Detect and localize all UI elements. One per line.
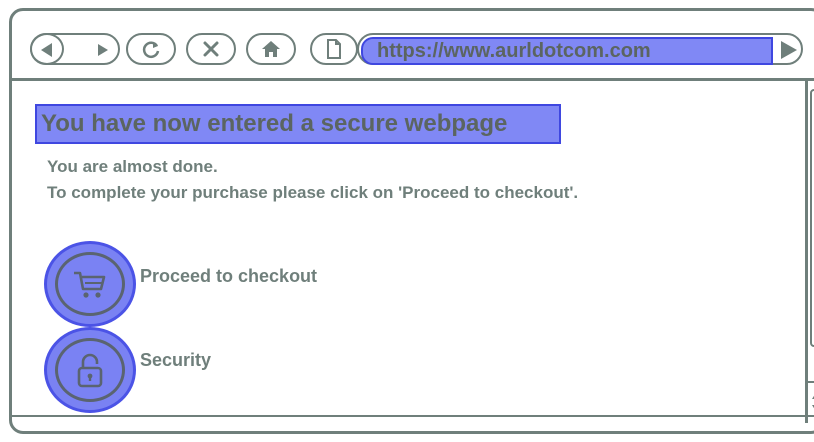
- browser-toolbar: https://www.aurldotcom.com: [12, 11, 814, 81]
- back-button[interactable]: [30, 33, 64, 65]
- message-line-1: You are almost done.: [47, 157, 218, 176]
- home-icon: [262, 41, 280, 57]
- back-forward-group: [30, 33, 120, 65]
- checkout-button-ring: [55, 252, 125, 316]
- url-text[interactable]: https://www.aurldotcom.com: [361, 37, 773, 65]
- vertical-scrollbar[interactable]: [805, 81, 814, 423]
- page-title: You have now entered a secure webpage: [35, 104, 561, 144]
- stop-button[interactable]: [186, 33, 236, 65]
- go-arrow-icon[interactable]: [781, 41, 797, 59]
- message-line-2: To complete your purchase please click o…: [47, 183, 579, 202]
- cart-icon: [74, 271, 106, 298]
- close-icon: [203, 41, 219, 57]
- status-bar: [12, 415, 814, 431]
- forward-button[interactable]: [98, 44, 108, 56]
- scroll-thumb[interactable]: [810, 89, 814, 347]
- address-bar[interactable]: https://www.aurldotcom.com: [357, 33, 803, 65]
- reload-button[interactable]: [126, 33, 176, 65]
- back-arrow-icon: [41, 43, 52, 57]
- lock-icon: [77, 353, 103, 388]
- security-button[interactable]: [44, 327, 136, 413]
- checkout-button[interactable]: [44, 241, 136, 327]
- home-button[interactable]: [246, 33, 296, 65]
- reload-icon: [142, 41, 160, 58]
- security-label[interactable]: Security: [140, 350, 211, 371]
- security-button-ring: [55, 338, 125, 402]
- checkout-label[interactable]: Proceed to checkout: [140, 266, 317, 287]
- page-info-button[interactable]: [310, 33, 358, 65]
- page-icon: [327, 39, 341, 59]
